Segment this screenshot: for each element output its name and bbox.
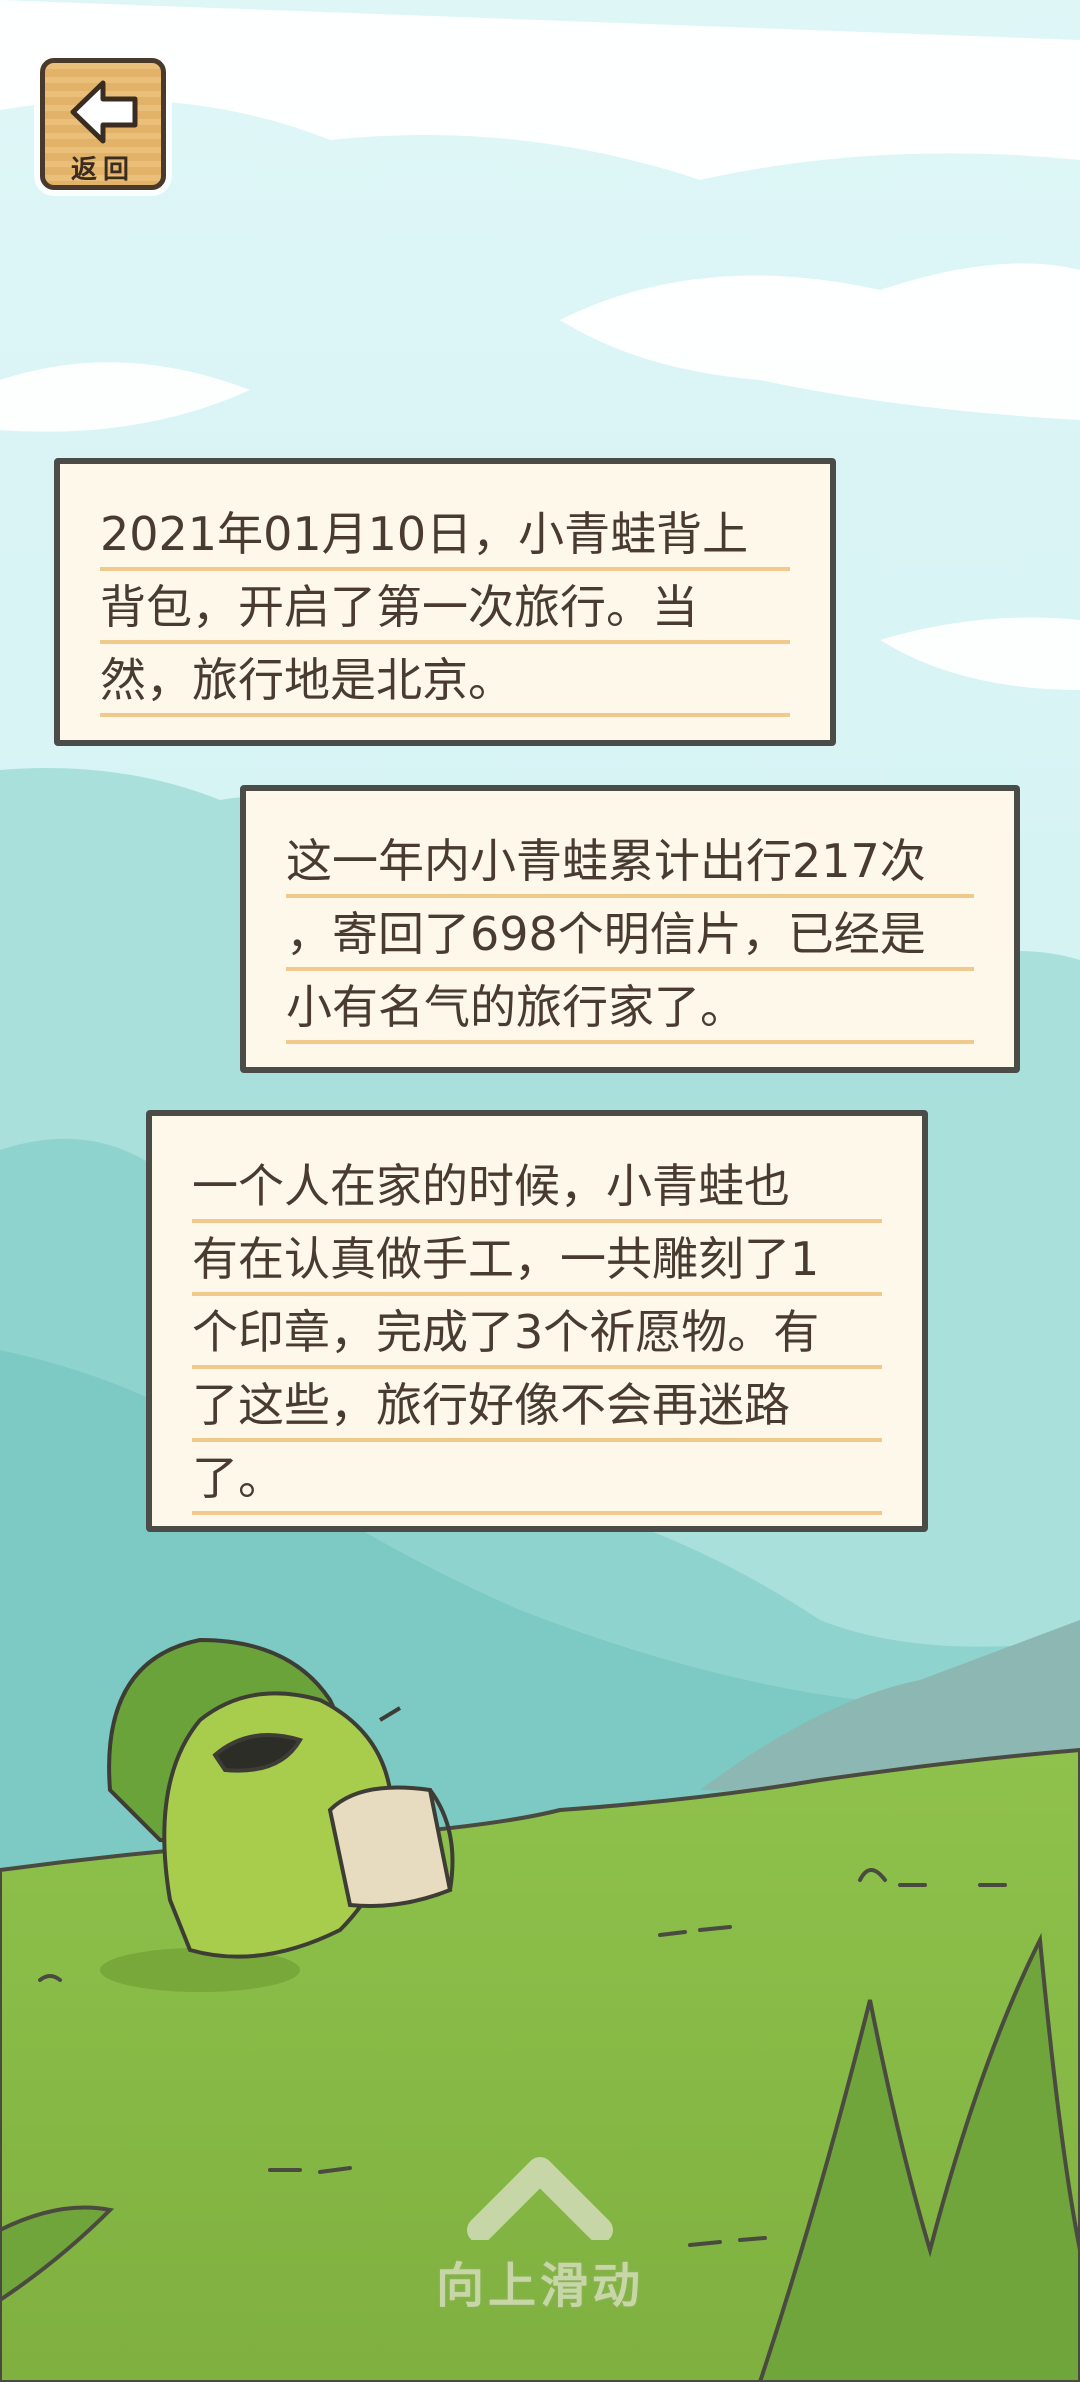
back-label: 返回: [70, 155, 135, 185]
swipe-up-label: 向上滑动: [435, 2258, 644, 2314]
note-line: 这一年内小青蛙累计出行217次: [286, 825, 974, 898]
note-line: 个印章，完成了3个祈愿物。有: [192, 1296, 882, 1369]
note-line: 2021年01月10日，小青蛙背上: [100, 498, 790, 571]
note-line: 了这些，旅行好像不会再迷路: [192, 1369, 882, 1442]
note-line: 了。: [192, 1442, 882, 1515]
note-line: 然，旅行地是北京。: [100, 644, 790, 717]
note-line: 小有名气的旅行家了。: [286, 971, 974, 1044]
note-line: 背包，开启了第一次旅行。当: [100, 571, 790, 644]
back-button[interactable]: 返回: [40, 58, 166, 190]
note-line: 一个人在家的时候，小青蛙也: [192, 1150, 882, 1223]
story-note-1: 2021年01月10日，小青蛙背上 背包，开启了第一次旅行。当 然，旅行地是北京…: [54, 458, 836, 746]
chevron-up-icon: [467, 2157, 613, 2243]
story-note-2: 这一年内小青蛙累计出行217次 ，寄回了698个明信片，已经是 小有名气的旅行家…: [240, 785, 1020, 1073]
swipe-up-hint[interactable]: 向上滑动: [0, 2150, 1080, 2316]
note-line: 有在认真做手工，一共雕刻了1: [192, 1223, 882, 1296]
note-line: ，寄回了698个明信片，已经是: [286, 898, 974, 971]
story-note-3: 一个人在家的时候，小青蛙也 有在认真做手工，一共雕刻了1 个印章，完成了3个祈愿…: [146, 1110, 928, 1532]
arrow-left-icon: [70, 80, 138, 144]
